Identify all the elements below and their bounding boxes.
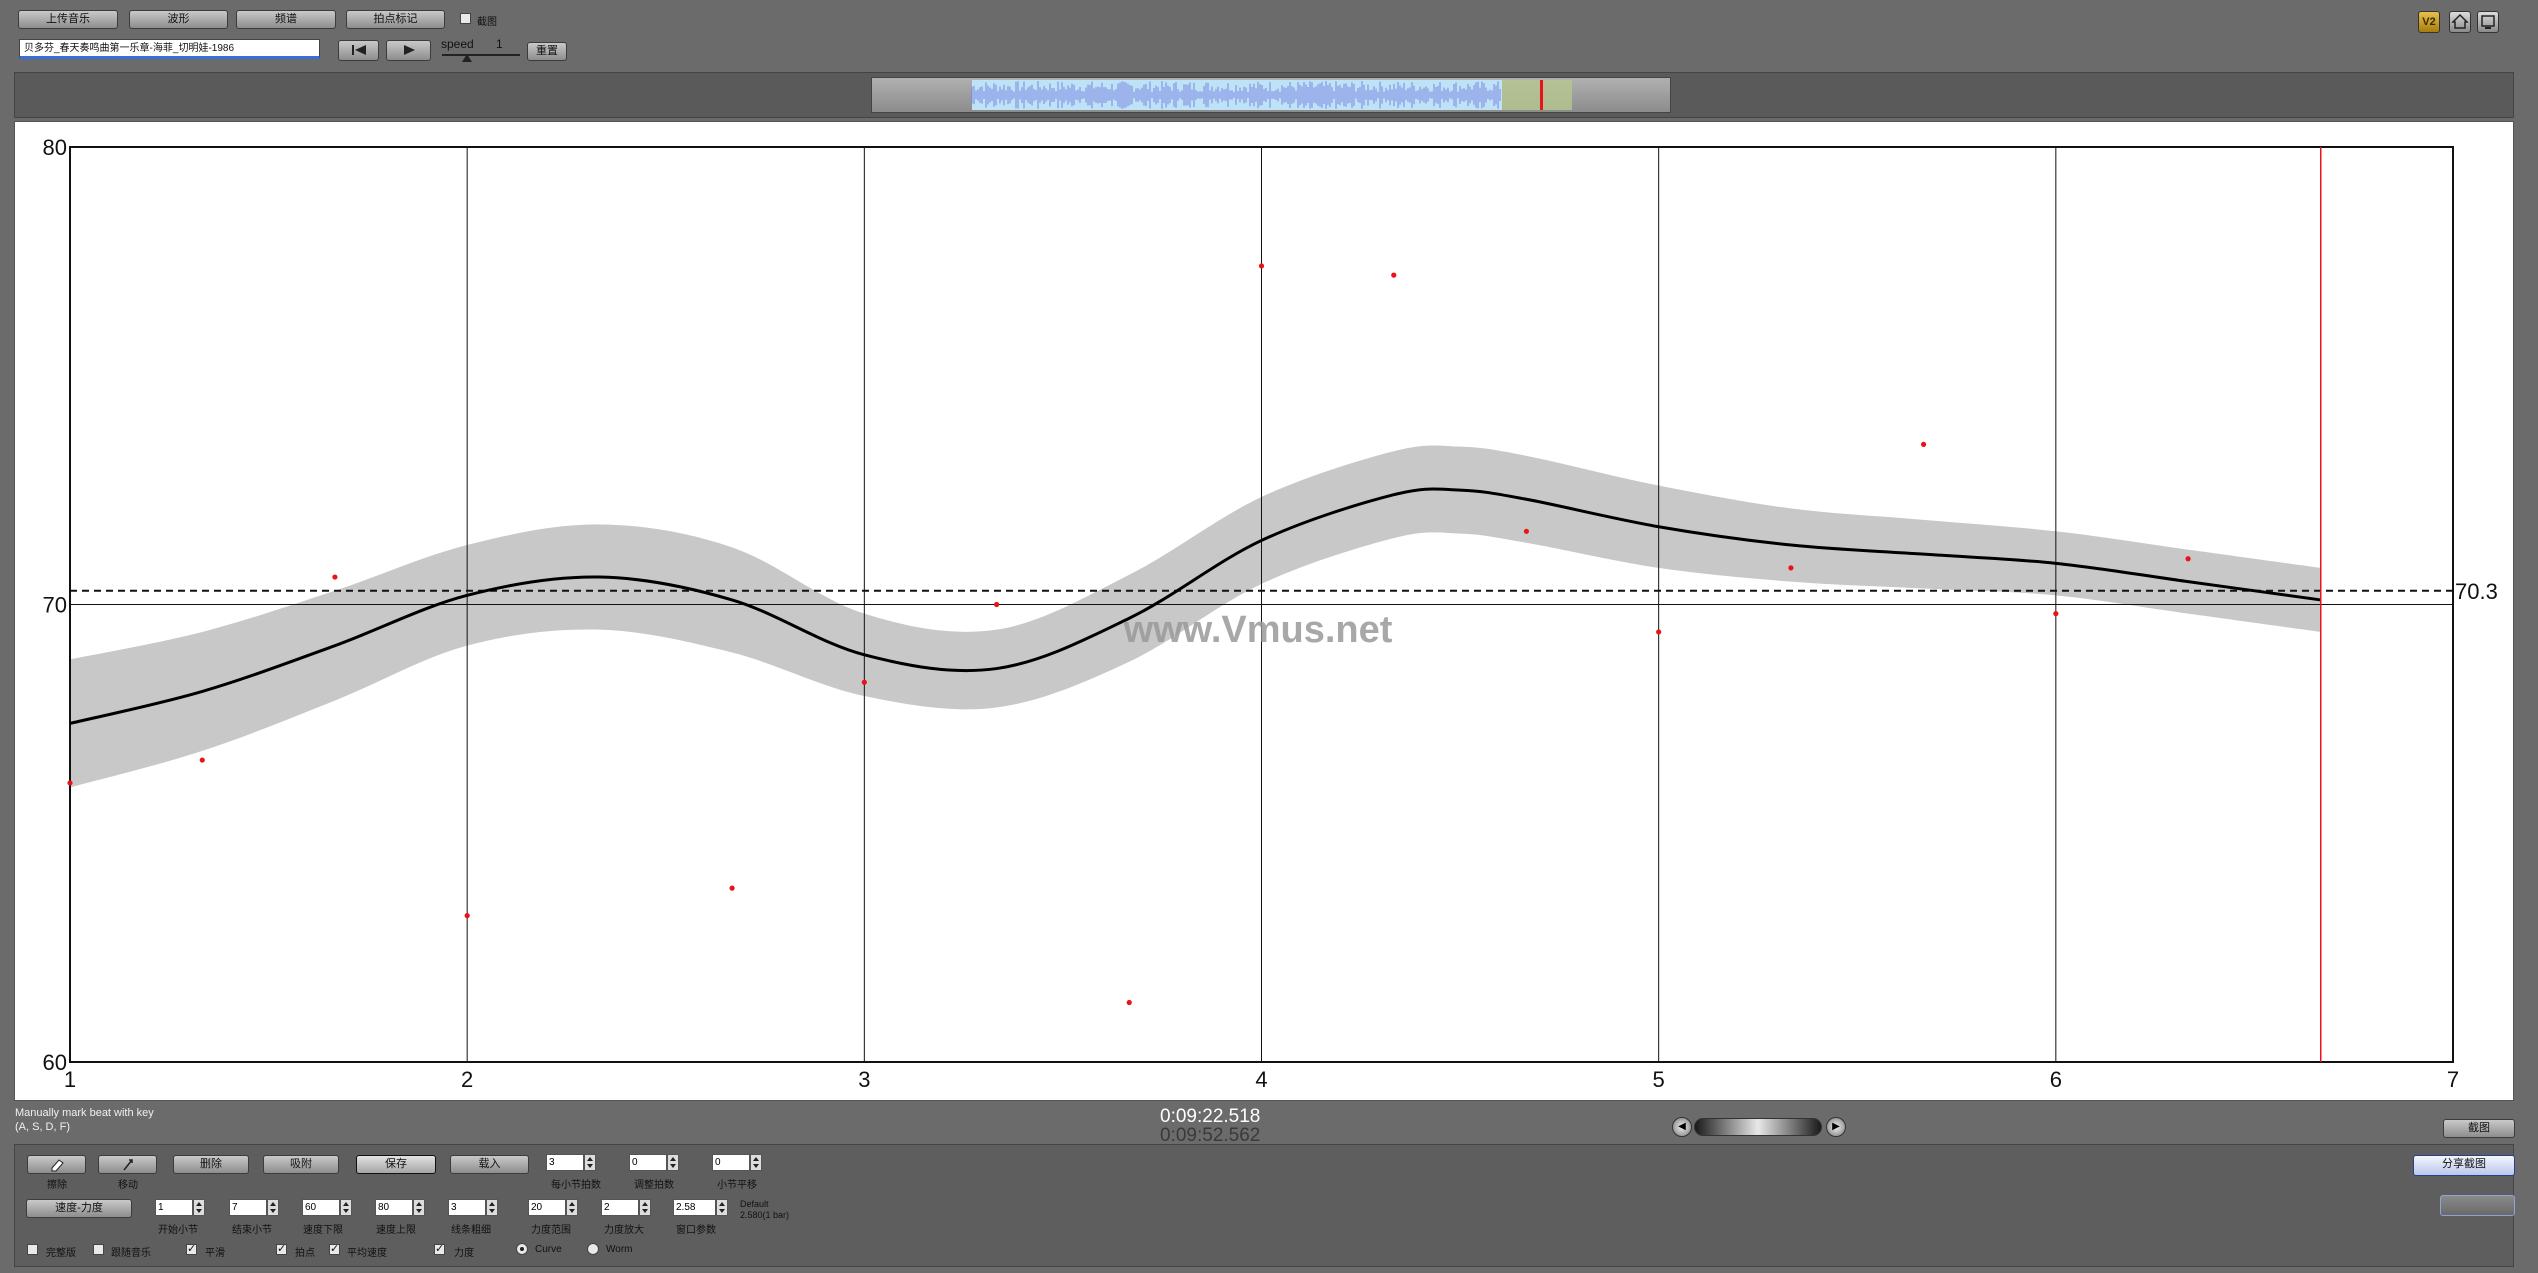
delete-button[interactable]: 删除 <box>173 1155 249 1174</box>
curve-radio[interactable] <box>516 1243 528 1255</box>
beats-per-bar-label: 每小节拍数 <box>551 1180 601 1191</box>
upload-music-button[interactable]: 上传音乐 <box>18 10 118 29</box>
disabled-button <box>2440 1195 2515 1216</box>
display-icon[interactable] <box>2477 11 2499 33</box>
snap-button[interactable]: 吸附 <box>263 1155 339 1174</box>
dynamics-label: 力度 <box>454 1248 474 1259</box>
v2-badge[interactable]: V2 <box>2418 11 2440 33</box>
start-bar-label: 开始小节 <box>158 1225 198 1236</box>
adjust-beat-label: 调整拍数 <box>634 1180 674 1191</box>
speed-slider-track[interactable] <box>442 54 520 56</box>
previous-button[interactable] <box>338 40 379 61</box>
start-bar-stepper[interactable]: 1 <box>155 1199 207 1216</box>
zoom-slider-track[interactable] <box>1694 1118 1822 1136</box>
play-icon <box>403 45 415 55</box>
worm-radio-label: Worm <box>606 1244 633 1255</box>
average-tempo-label: 平均速度 <box>347 1248 387 1259</box>
bar-smooth-stepper[interactable]: 0 <box>712 1154 764 1171</box>
hint-line-2: (A, S, D, F) <box>15 1121 70 1133</box>
curve-radio-label: Curve <box>535 1244 562 1255</box>
window-param-label: 窗口参数 <box>676 1225 716 1236</box>
default-value-label: 2.580(1 bar) <box>740 1210 790 1220</box>
filename-field[interactable]: 贝多芬_春天奏鸣曲第一乐章-海菲_切明娃-1986 <box>19 39 320 59</box>
eraser-icon <box>51 1159 64 1172</box>
window-param-stepper[interactable]: 2.58 <box>673 1199 730 1216</box>
screenshot-checkbox[interactable] <box>460 13 471 24</box>
screenshot-checkbox-label: 截图 <box>477 17 497 28</box>
erase-button[interactable] <box>27 1155 86 1174</box>
end-bar-stepper[interactable]: 7 <box>229 1199 281 1216</box>
play-button[interactable] <box>386 40 431 61</box>
line-width-stepper[interactable]: 3 <box>448 1199 500 1216</box>
speed-value: 1 <box>496 37 503 51</box>
end-bar-label: 结束小节 <box>232 1225 272 1236</box>
beats-per-bar-stepper[interactable]: 3 <box>546 1154 598 1171</box>
tempo-low-label: 速度下限 <box>303 1225 343 1236</box>
tempo-high-stepper[interactable]: 80 <box>375 1199 427 1216</box>
dynamics-zoom-stepper[interactable]: 2 <box>601 1199 653 1216</box>
share-screenshot-button[interactable]: 分享截图 <box>2413 1155 2515 1176</box>
load-button[interactable]: 载入 <box>450 1155 529 1174</box>
full-version-label: 完整版 <box>46 1248 76 1259</box>
erase-label: 擦除 <box>47 1180 67 1191</box>
tempo-high-label: 速度上限 <box>376 1225 416 1236</box>
zoom-out-icon[interactable]: ◀ <box>1672 1117 1692 1137</box>
mode-select[interactable]: 速度-力度 <box>26 1199 132 1218</box>
line-width-label: 线条粗细 <box>451 1225 491 1236</box>
spectrum-button[interactable]: 频谱 <box>236 10 336 29</box>
save-button[interactable]: 保存 <box>356 1155 436 1174</box>
beat-mark-button[interactable]: 拍点标记 <box>346 10 445 29</box>
smooth-checkbox[interactable] <box>186 1242 197 1255</box>
dynamics-range-label: 力度范围 <box>531 1225 571 1236</box>
move-button[interactable] <box>98 1155 157 1174</box>
adjust-beat-stepper[interactable]: 0 <box>629 1154 681 1171</box>
screenshot-button[interactable]: 截图 <box>2443 1119 2515 1138</box>
overview-waveform[interactable] <box>871 77 1671 113</box>
default-label: Default <box>740 1199 769 1209</box>
reset-button[interactable]: 重置 <box>527 42 567 61</box>
worm-radio[interactable] <box>587 1243 599 1255</box>
waveform-button[interactable]: 波形 <box>129 10 228 29</box>
beats-label: 拍点 <box>295 1248 315 1259</box>
hint-line-1: Manually mark beat with key <box>15 1107 154 1119</box>
speed-label: speed <box>441 37 474 51</box>
bar-smooth-label: 小节平移 <box>717 1180 757 1191</box>
follow-music-label: 跟随音乐 <box>111 1248 151 1259</box>
dynamics-zoom-label: 力度放大 <box>604 1225 644 1236</box>
follow-music-checkbox[interactable] <box>93 1244 104 1255</box>
beats-checkbox[interactable] <box>276 1242 287 1255</box>
home-icon[interactable] <box>2449 11 2471 33</box>
zoom-in-icon[interactable]: ▶ <box>1826 1117 1846 1137</box>
average-tempo-checkbox[interactable] <box>329 1242 340 1255</box>
full-version-checkbox[interactable] <box>27 1244 38 1255</box>
waveform-graphic <box>971 80 1572 110</box>
move-icon <box>122 1159 133 1171</box>
dynamics-range-stepper[interactable]: 20 <box>528 1199 580 1216</box>
chart-panel <box>14 121 2514 1101</box>
smooth-label: 平滑 <box>205 1248 225 1259</box>
zoom-slider[interactable]: ◀ ▶ <box>1672 1115 1850 1138</box>
dynamics-checkbox[interactable] <box>434 1242 445 1255</box>
speed-slider-thumb[interactable] <box>462 54 472 62</box>
skip-back-icon <box>351 45 366 55</box>
move-label: 移动 <box>118 1180 138 1191</box>
tempo-low-stepper[interactable]: 60 <box>302 1199 354 1216</box>
